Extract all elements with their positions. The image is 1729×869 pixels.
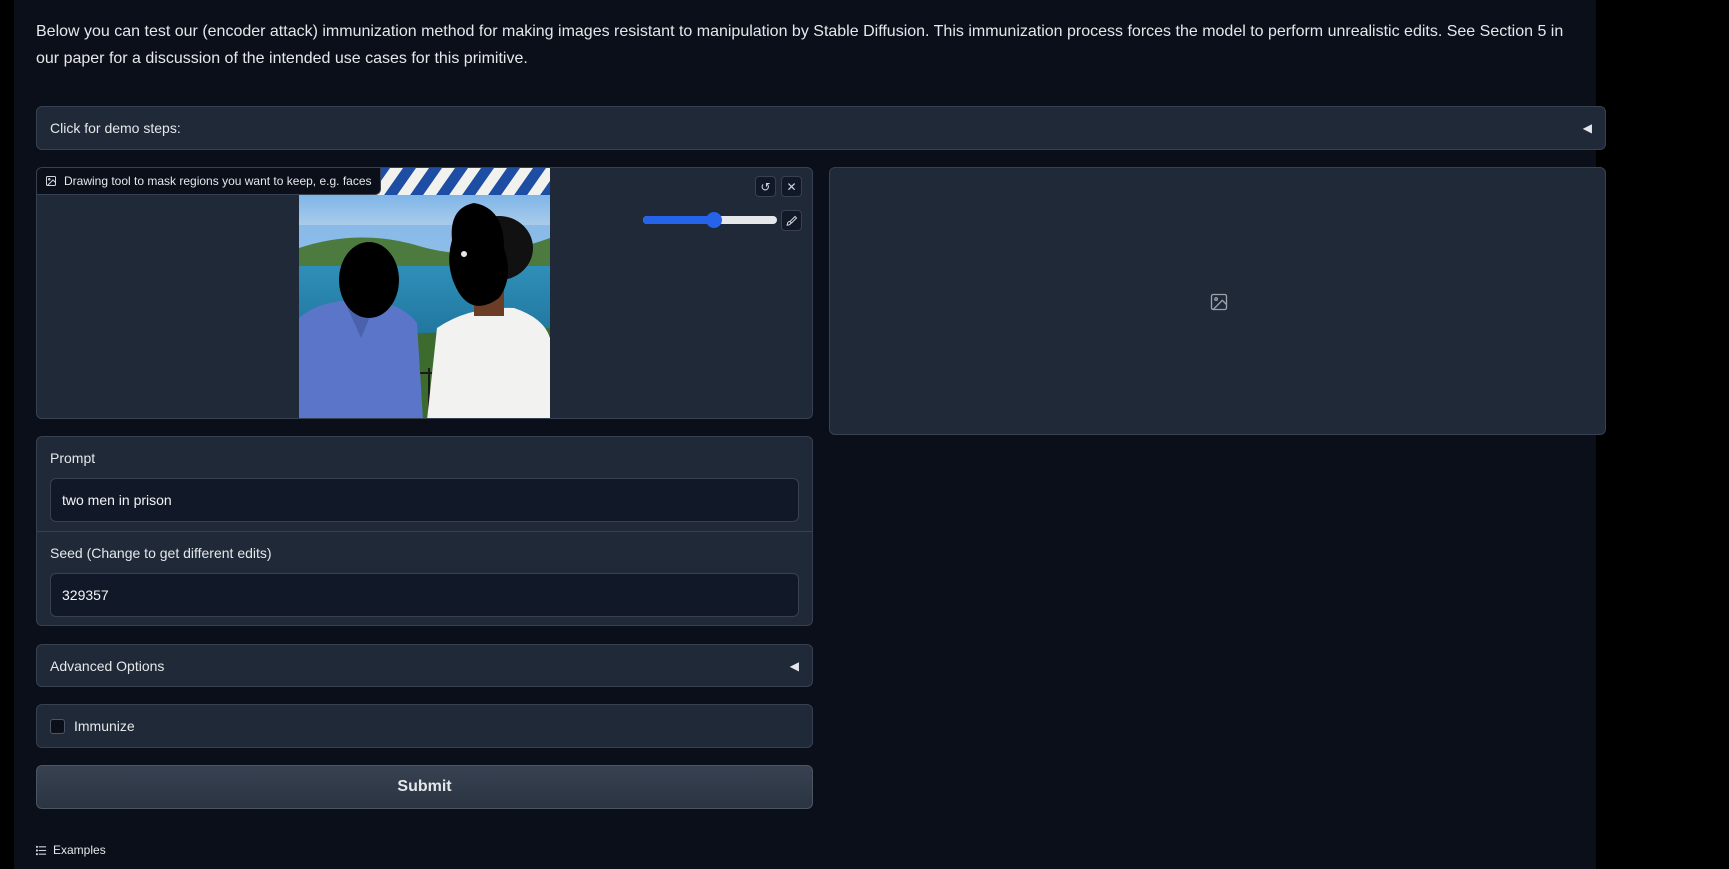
seed-label: Seed (Change to get different edits) bbox=[50, 545, 272, 561]
demo-steps-caret-icon: ◀ bbox=[1582, 121, 1592, 135]
clear-button[interactable]: ✕ bbox=[781, 176, 802, 197]
demo-steps-accordion[interactable]: Click for demo steps: ◀ bbox=[36, 106, 1606, 150]
advanced-options-label: Advanced Options bbox=[50, 657, 165, 674]
app-container: Below you can test our (encoder attack) … bbox=[14, 0, 1606, 869]
prompt-input-value: two men in prison bbox=[62, 492, 172, 508]
examples-header[interactable]: Examples bbox=[36, 843, 106, 857]
advanced-options-accordion[interactable]: Advanced Options ◀ bbox=[36, 644, 813, 687]
intro-text: Below you can test our (encoder attack) … bbox=[36, 23, 1564, 67]
advanced-options-caret-icon: ◀ bbox=[789, 658, 799, 673]
brush-icon bbox=[785, 215, 797, 226]
masked-photo-canvas[interactable] bbox=[299, 168, 550, 418]
seed-input[interactable]: 329357 bbox=[50, 573, 799, 617]
sketch-label-text: Drawing tool to mask regions you want to… bbox=[64, 174, 372, 188]
list-icon bbox=[36, 845, 47, 855]
sketch-label: Drawing tool to mask regions you want to… bbox=[37, 168, 381, 195]
output-image bbox=[829, 167, 1606, 435]
close-icon: ✕ bbox=[786, 179, 797, 194]
form-block: Prompt two men in prison Seed (Change to… bbox=[36, 436, 813, 626]
immunize-option[interactable]: Immunize bbox=[36, 704, 813, 748]
masked-photo bbox=[299, 168, 550, 418]
brush-size-slider[interactable] bbox=[643, 212, 777, 228]
immunize-label: Immunize bbox=[74, 718, 135, 734]
brush-button[interactable] bbox=[781, 210, 802, 231]
prompt-field: Prompt two men in prison bbox=[37, 437, 812, 531]
slider-fill bbox=[643, 216, 715, 224]
prompt-label: Prompt bbox=[50, 450, 96, 466]
image-icon bbox=[46, 176, 56, 186]
sketch-image-input[interactable]: Drawing tool to mask regions you want to… bbox=[36, 167, 813, 419]
examples-label: Examples bbox=[53, 843, 106, 857]
image-icon bbox=[1210, 293, 1228, 311]
prompt-input[interactable]: two men in prison bbox=[50, 478, 799, 522]
slider-thumb[interactable] bbox=[706, 212, 723, 228]
seed-input-value: 329357 bbox=[62, 587, 109, 603]
submit-button[interactable]: Submit bbox=[36, 765, 813, 809]
undo-button[interactable]: ↺ bbox=[755, 176, 776, 197]
demo-steps-label: Click for demo steps: bbox=[50, 120, 181, 136]
immunize-checkbox[interactable] bbox=[50, 718, 65, 734]
seed-field: Seed (Change to get different edits) 329… bbox=[37, 531, 812, 626]
undo-icon: ↺ bbox=[760, 179, 771, 194]
